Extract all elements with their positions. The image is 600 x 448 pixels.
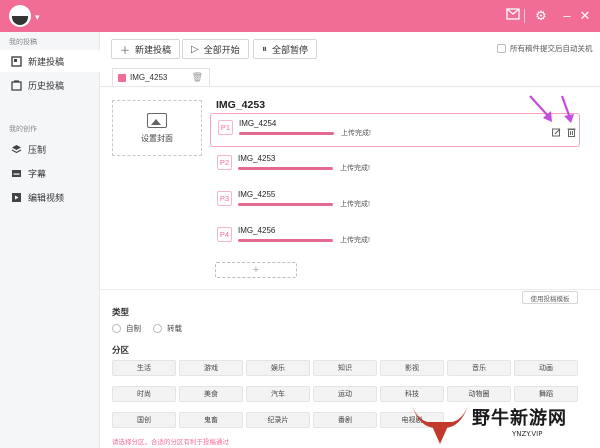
subtitle-icon [10, 167, 22, 179]
radio-label: 转载 [167, 324, 182, 333]
new-post-icon [10, 55, 22, 67]
zone-category-button[interactable]: 番剧 [313, 412, 377, 428]
part-name: IMG_4253 [238, 154, 276, 163]
history-icon [10, 79, 22, 91]
annotation-arrow-icon [529, 95, 574, 123]
sidebar-item-subtitle[interactable]: 字幕 [0, 162, 100, 184]
part-number: P2 [217, 155, 232, 170]
watermark-url: YNZY.VIP [512, 430, 543, 438]
chevron-down-icon[interactable]: ▾ [35, 12, 40, 23]
new-post-button[interactable]: ＋ 新建投稿 [111, 39, 181, 59]
mail-icon[interactable] [505, 8, 521, 24]
zone-category-button[interactable]: 娱乐 [246, 360, 310, 376]
play-icon: ▷ [191, 43, 199, 55]
part-number: P4 [217, 227, 232, 242]
zone-category-button[interactable]: 鬼畜 [179, 412, 243, 428]
checkbox-box[interactable] [497, 44, 506, 53]
sidebar-item-new-post[interactable]: 新建投稿 [0, 50, 100, 72]
edit-video-icon [10, 191, 22, 203]
part-number: P1 [218, 120, 233, 135]
pause-all-button[interactable]: ⏸ 全部暂停 [253, 39, 318, 59]
draft-title: IMG_4253 [216, 99, 266, 111]
zone-category-button[interactable]: 国创 [112, 412, 176, 428]
add-part-button[interactable]: + [215, 262, 297, 278]
minimize-icon[interactable]: – [559, 8, 575, 24]
zone-section-title: 分区 [112, 345, 130, 355]
zone-category-button[interactable]: 影视 [380, 360, 444, 376]
zone-category-button[interactable]: 知识 [313, 360, 377, 376]
title-divider [524, 9, 525, 23]
upload-progress-bar [238, 167, 333, 170]
zone-category-button[interactable]: 音乐 [447, 360, 511, 376]
radio-circle[interactable] [153, 324, 162, 333]
sidebar: 我的投稿 新建投稿 历史投稿 我的创作 压制 字幕 编辑视频 [0, 32, 100, 448]
type-radio-repost[interactable]: 转载 [153, 323, 182, 334]
image-icon [147, 112, 167, 128]
sidebar-group-my-posts: 我的投稿 [9, 39, 37, 46]
gear-icon[interactable]: ⚙ [533, 8, 549, 24]
zone-category-button[interactable]: 生活 [112, 360, 176, 376]
upload-status: 上传完成! [341, 130, 371, 137]
tab-divider [100, 86, 600, 87]
radio-label: 自制 [126, 324, 141, 333]
part-row[interactable]: P3 IMG_4255 上传完成! [210, 185, 580, 219]
compress-icon [10, 143, 22, 155]
app-logo-avatar[interactable] [9, 5, 31, 27]
trash-icon[interactable]: 🗑 [192, 72, 203, 83]
draft-tab[interactable]: IMG_4253 🗑 [112, 68, 210, 86]
part-name: IMG_4256 [238, 226, 276, 235]
zone-category-button[interactable]: 游戏 [179, 360, 243, 376]
part-row[interactable]: P4 IMG_4256 上传完成! [210, 221, 580, 255]
upload-progress-bar [239, 132, 334, 135]
sidebar-item-history[interactable]: 历史投稿 [0, 74, 100, 96]
zone-category-button[interactable]: 纪录片 [246, 412, 310, 428]
zone-category-button[interactable]: 动画 [514, 360, 578, 376]
draft-tab-icon [118, 73, 126, 82]
sidebar-item-edit-video[interactable]: 编辑视频 [0, 186, 100, 208]
upload-progress-bar [238, 239, 333, 242]
plus-icon: ＋ [120, 45, 130, 57]
close-icon[interactable]: ✕ [577, 8, 593, 24]
part-row[interactable]: P2 IMG_4253 上传完成! [210, 149, 580, 183]
zone-category-button[interactable]: 美食 [179, 386, 243, 402]
zone-category-button[interactable]: 运动 [313, 386, 377, 402]
auto-shutdown-label: 所有稿件提交后自动关机 [510, 44, 593, 53]
new-post-label: 新建投稿 [135, 44, 172, 55]
part-name: IMG_4254 [239, 119, 277, 128]
zone-hint: 请选择分区，合适的分区有利于投稿通过 [112, 439, 229, 446]
sidebar-item-label: 字幕 [28, 168, 47, 179]
set-cover-button[interactable]: 设置封面 [112, 100, 202, 156]
upload-status: 上传完成! [340, 201, 370, 208]
upload-status: 上传完成! [340, 237, 370, 244]
title-bar: ▾ ⚙ – ✕ [0, 0, 600, 32]
watermark-text: 野牛新游网 [472, 408, 567, 429]
part-number: P3 [217, 191, 232, 206]
start-all-label: 全部开始 [203, 44, 240, 55]
sidebar-item-label: 编辑视频 [28, 192, 65, 203]
sidebar-item-compress[interactable]: 压制 [0, 138, 100, 160]
pause-icon: ⏸ [262, 43, 267, 55]
start-all-button[interactable]: ▷ 全部开始 [182, 39, 249, 59]
section-divider [100, 289, 600, 290]
radio-circle[interactable] [112, 324, 121, 333]
sidebar-group-my-creation: 我的创作 [9, 126, 37, 133]
upload-status: 上传完成! [340, 165, 370, 172]
upload-progress-bar [238, 203, 333, 206]
type-section-title: 类型 [112, 307, 130, 317]
sidebar-item-label: 压制 [28, 144, 47, 155]
sidebar-item-label: 新建投稿 [28, 56, 65, 67]
type-radio-original[interactable]: 自制 [112, 323, 141, 334]
zone-category-button[interactable]: 汽车 [246, 386, 310, 402]
use-template-button[interactable]: 使用投稿模板 [522, 291, 578, 304]
sidebar-item-label: 历史投稿 [28, 80, 65, 91]
zone-category-button[interactable]: 时尚 [112, 386, 176, 402]
draft-tab-label: IMG_4253 [130, 73, 168, 82]
auto-shutdown-checkbox[interactable]: 所有稿件提交后自动关机 [497, 43, 593, 54]
part-name: IMG_4255 [238, 190, 276, 199]
set-cover-label: 设置封面 [141, 133, 173, 143]
pause-all-label: 全部暂停 [272, 44, 309, 55]
part-row[interactable]: P1 IMG_4254 上传完成! [210, 113, 580, 147]
